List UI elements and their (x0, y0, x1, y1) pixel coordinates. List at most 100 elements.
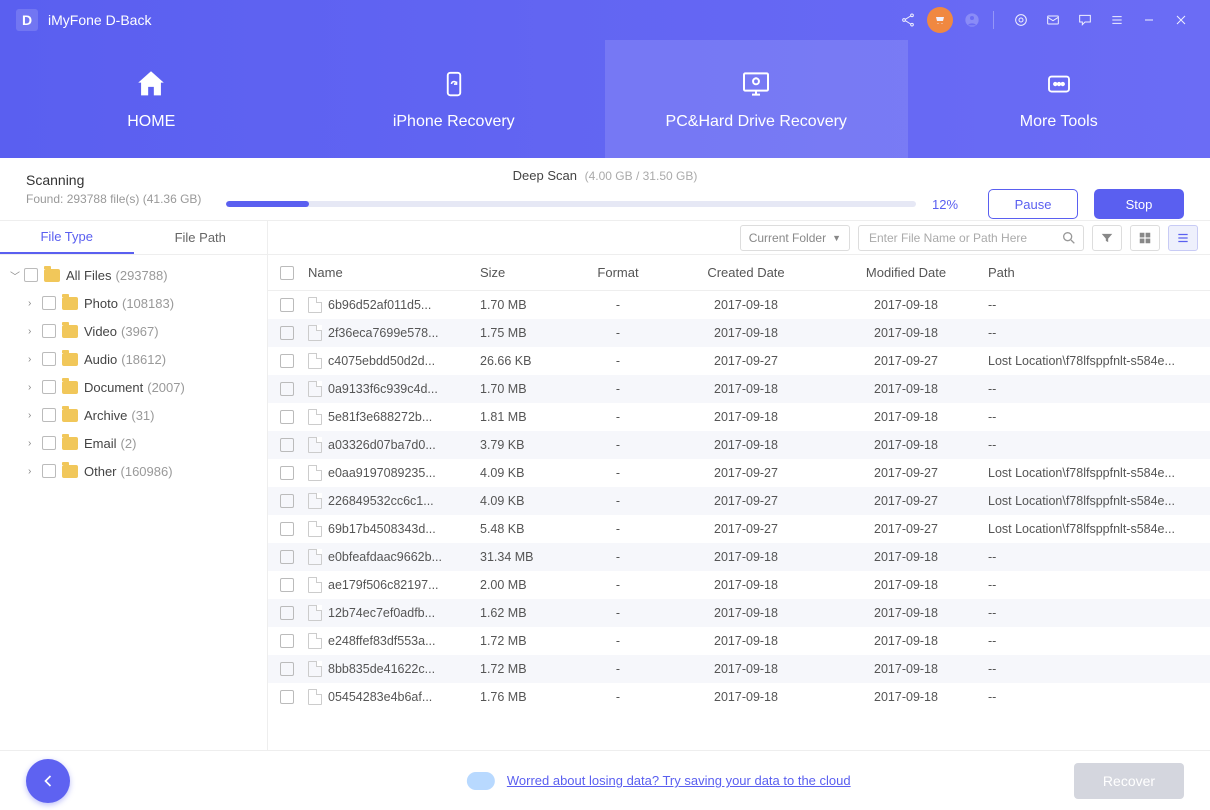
checkbox[interactable] (42, 408, 56, 422)
checkbox[interactable] (280, 662, 294, 676)
checkbox[interactable] (280, 606, 294, 620)
th-created[interactable]: Created Date (668, 265, 824, 280)
table-row[interactable]: a03326d07ba7d0...3.79 KB-2017-09-182017-… (268, 431, 1210, 459)
cell-size: 1.81 MB (480, 410, 568, 424)
th-path[interactable]: Path (988, 265, 1210, 280)
tree-item[interactable]: ›Document (2007) (0, 373, 267, 401)
checkbox[interactable] (280, 690, 294, 704)
checkbox[interactable] (280, 466, 294, 480)
checkbox[interactable] (280, 494, 294, 508)
checkbox[interactable] (280, 522, 294, 536)
table-row[interactable]: 05454283e4b6af...1.76 MB-2017-09-182017-… (268, 683, 1210, 711)
checkbox[interactable] (280, 438, 294, 452)
checkbox[interactable] (42, 464, 56, 478)
close-icon[interactable] (1168, 7, 1194, 33)
table-row[interactable]: e248ffef83df553a...1.72 MB-2017-09-18201… (268, 627, 1210, 655)
search-input[interactable] (869, 231, 1061, 245)
th-size[interactable]: Size (480, 265, 568, 280)
checkbox[interactable] (42, 352, 56, 366)
checkbox[interactable] (42, 436, 56, 450)
file-icon (308, 437, 322, 453)
th-format[interactable]: Format (568, 265, 668, 280)
cell-size: 1.70 MB (480, 382, 568, 396)
nav-pc[interactable]: PC&Hard Drive Recovery (605, 40, 908, 158)
table-row[interactable]: 8bb835de41622c...1.72 MB-2017-09-182017-… (268, 655, 1210, 683)
checkbox[interactable] (42, 296, 56, 310)
checkbox[interactable] (280, 410, 294, 424)
minimize-icon[interactable] (1136, 7, 1162, 33)
folder-dropdown[interactable]: Current Folder ▼ (740, 225, 850, 251)
folder-icon (62, 353, 78, 366)
table-row[interactable]: 6b96d52af011d5...1.70 MB-2017-09-182017-… (268, 291, 1210, 319)
menu-icon[interactable] (1104, 7, 1130, 33)
tree-root[interactable]: ﹀ All Files (293788) (0, 261, 267, 289)
table-row[interactable]: 69b17b4508343d...5.48 KB-2017-09-272017-… (268, 515, 1210, 543)
feedback-icon[interactable] (1072, 7, 1098, 33)
cell-created: 2017-09-27 (668, 494, 824, 508)
tab-file-path[interactable]: File Path (134, 221, 268, 254)
checkbox[interactable] (280, 578, 294, 592)
tree-item[interactable]: ›Other (160986) (0, 457, 267, 485)
pause-button[interactable]: Pause (988, 189, 1078, 219)
th-name[interactable]: Name (308, 265, 480, 280)
table-row[interactable]: 2f36eca7699e578...1.75 MB-2017-09-182017… (268, 319, 1210, 347)
nav-iphone[interactable]: iPhone Recovery (303, 40, 606, 158)
share-icon[interactable] (895, 7, 921, 33)
stop-button[interactable]: Stop (1094, 189, 1184, 219)
user-icon[interactable] (959, 7, 985, 33)
tree-item[interactable]: ›Archive (31) (0, 401, 267, 429)
checkbox[interactable] (280, 298, 294, 312)
checkbox[interactable] (280, 326, 294, 340)
cell-format: - (568, 522, 668, 536)
nav-home-label: HOME (127, 113, 175, 131)
checkbox[interactable] (280, 634, 294, 648)
grid-view-icon[interactable] (1130, 225, 1160, 251)
filter-icon[interactable] (1092, 225, 1122, 251)
mail-icon[interactable] (1040, 7, 1066, 33)
recover-button[interactable]: Recover (1074, 763, 1184, 799)
table-row[interactable]: c4075ebdd50d2d...26.66 KB-2017-09-272017… (268, 347, 1210, 375)
cell-format: - (568, 606, 668, 620)
chevron-down-icon: ▼ (832, 233, 841, 243)
back-button[interactable] (26, 759, 70, 803)
progress-bar (226, 201, 916, 207)
checkbox[interactable] (280, 550, 294, 564)
table-row[interactable]: 12b74ec7ef0adfb...1.62 MB-2017-09-182017… (268, 599, 1210, 627)
nav-home[interactable]: HOME (0, 40, 303, 158)
search-box[interactable] (858, 225, 1084, 251)
cloud-save-link[interactable]: Worred about losing data? Try saving you… (507, 773, 851, 788)
tab-file-type[interactable]: File Type (0, 221, 134, 254)
table-row[interactable]: 5e81f3e688272b...1.81 MB-2017-09-182017-… (268, 403, 1210, 431)
tree-item-count: (108183) (122, 296, 174, 311)
tree-item[interactable]: ›Email (2) (0, 429, 267, 457)
tree-item-label: Photo (84, 296, 118, 311)
checkbox[interactable] (42, 324, 56, 338)
tree-item[interactable]: ›Photo (108183) (0, 289, 267, 317)
checkbox[interactable] (42, 380, 56, 394)
tree-root-count: (293788) (116, 268, 168, 283)
file-table: Name Size Format Created Date Modified D… (268, 255, 1210, 750)
checkbox[interactable] (280, 382, 294, 396)
checkbox[interactable] (280, 354, 294, 368)
checkbox[interactable] (24, 268, 38, 282)
tree-item[interactable]: ›Video (3967) (0, 317, 267, 345)
table-row[interactable]: e0bfeafdaac9662b...31.34 MB-2017-09-1820… (268, 543, 1210, 571)
table-header: Name Size Format Created Date Modified D… (268, 255, 1210, 291)
nav-more[interactable]: More Tools (908, 40, 1210, 158)
scan-label: Scanning (26, 172, 201, 188)
search-icon[interactable] (1061, 230, 1077, 246)
table-row[interactable]: 0a9133f6c939c4d...1.70 MB-2017-09-182017… (268, 375, 1210, 403)
target-icon[interactable] (1008, 7, 1034, 33)
cart-icon[interactable] (927, 7, 953, 33)
list-view-icon[interactable] (1168, 225, 1198, 251)
tree-item[interactable]: ›Audio (18612) (0, 345, 267, 373)
table-row[interactable]: ae179f506c82197...2.00 MB-2017-09-182017… (268, 571, 1210, 599)
file-icon (308, 409, 322, 425)
cell-name: 12b74ec7ef0adfb... (328, 606, 435, 620)
cell-size: 1.62 MB (480, 606, 568, 620)
table-row[interactable]: e0aa9197089235...4.09 KB-2017-09-272017-… (268, 459, 1210, 487)
checkbox-all[interactable] (280, 266, 294, 280)
table-row[interactable]: 226849532cc6c1...4.09 KB-2017-09-272017-… (268, 487, 1210, 515)
th-modified[interactable]: Modified Date (824, 265, 988, 280)
cell-path: -- (988, 326, 1210, 340)
